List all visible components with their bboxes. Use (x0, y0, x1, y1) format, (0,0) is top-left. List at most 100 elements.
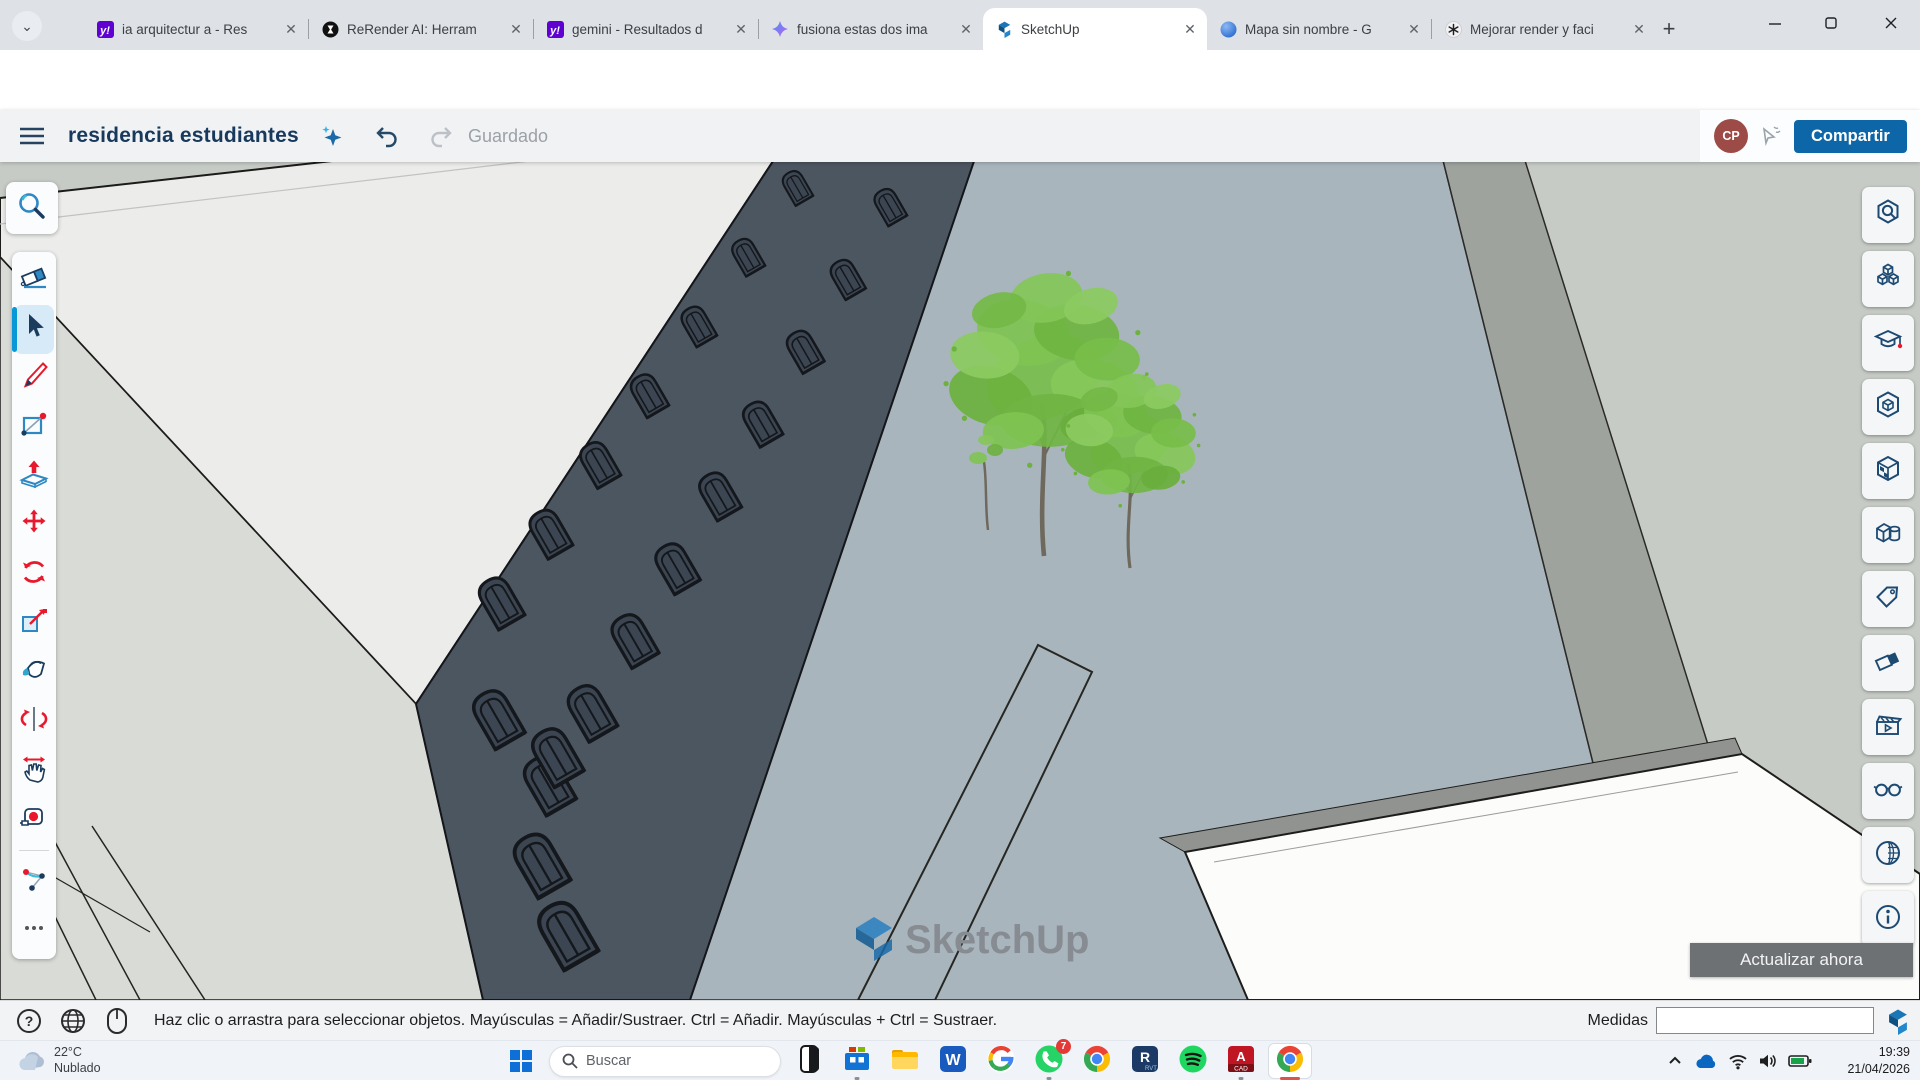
language-button[interactable] (58, 1006, 88, 1036)
tab-close-icon[interactable]: ✕ (282, 20, 300, 38)
panel-materials[interactable] (1862, 443, 1914, 499)
window-maximize-button[interactable] (1808, 0, 1854, 46)
geolocation-icon (1873, 838, 1903, 873)
more-tools-tool[interactable] (14, 906, 54, 955)
push-pull-tool[interactable] (14, 452, 54, 501)
push-pull-icon (19, 459, 49, 494)
share-button[interactable]: Compartir (1794, 120, 1907, 153)
tab-title: Mejorar render y faci (1470, 22, 1622, 37)
rectangle-tool[interactable] (14, 403, 54, 452)
question-icon: ? (16, 1008, 42, 1034)
main-menu-button[interactable] (18, 123, 46, 154)
tab-close-icon[interactable]: ✕ (1405, 20, 1423, 38)
panel-components[interactable] (1862, 251, 1914, 307)
screen: ⌄ y!ia arquitectur a - Res✕ReRender AI: … (0, 0, 1920, 1080)
move-tool[interactable] (14, 501, 54, 550)
user-avatar[interactable]: CP (1714, 119, 1748, 153)
panel-rail (1862, 187, 1914, 947)
browser-tab[interactable]: SketchUp✕ (983, 8, 1207, 50)
sketchup-favicon (995, 20, 1013, 38)
chrome-taskbar-icon[interactable] (1268, 1043, 1312, 1079)
arc-tool[interactable] (14, 857, 54, 906)
panel-scenes[interactable] (1862, 699, 1914, 755)
browser-tab[interactable]: y!gemini - Resultados d✕ (534, 8, 758, 50)
update-banner[interactable]: Actualizar ahora (1690, 943, 1913, 977)
search-icon (562, 1053, 578, 1069)
panel-tags[interactable] (1862, 571, 1914, 627)
window-minimize-button[interactable] (1752, 0, 1798, 46)
revit-taskbar-icon[interactable]: RRVT (1124, 1042, 1166, 1080)
panel-model-search[interactable] (1862, 187, 1914, 243)
help-button[interactable]: ? (14, 1006, 44, 1036)
browser-tab[interactable]: Mapa sin nombre - G✕ (1207, 8, 1431, 50)
paint-bucket-tool[interactable] (14, 648, 54, 697)
browser-tab[interactable]: ReRender AI: Herram✕ (309, 8, 533, 50)
panel-soften-edges[interactable] (1862, 635, 1914, 691)
styles-icon (1873, 774, 1903, 809)
tray-chevron-up-icon[interactable] (1666, 1052, 1684, 1070)
globe-icon (60, 1008, 86, 1034)
start-button[interactable] (500, 1042, 542, 1080)
tape-measure-tool[interactable] (14, 795, 54, 844)
chrome-taskbar-icon[interactable] (1076, 1042, 1118, 1080)
move-icon (19, 508, 49, 543)
eraser-tool[interactable] (14, 256, 54, 305)
tab-close-icon[interactable]: ✕ (732, 20, 750, 38)
tray-wifi-icon[interactable] (1728, 1052, 1748, 1070)
window-close-button[interactable] (1868, 0, 1914, 46)
panel-geolocation[interactable] (1862, 827, 1914, 883)
word-taskbar-icon[interactable]: W (932, 1042, 974, 1080)
svg-text:y!: y! (99, 25, 110, 37)
tab-close-icon[interactable]: ✕ (957, 20, 975, 38)
tab-search-button[interactable]: ⌄ (12, 11, 42, 41)
statusbar: ? Haz clic o arrastra para seleccionar o… (0, 1000, 1920, 1040)
panel-warehouse[interactable] (1862, 379, 1914, 435)
line-tool[interactable] (14, 354, 54, 403)
google-taskbar-icon[interactable] (980, 1042, 1022, 1080)
panel-styles[interactable] (1862, 763, 1914, 819)
tray-onedrive-icon[interactable] (1694, 1052, 1718, 1070)
tab-close-icon[interactable]: ✕ (1181, 20, 1199, 38)
model-viewport[interactable]: SketchUp Actualizar ahora (0, 162, 1920, 1000)
browser-tab[interactable]: y!ia arquitectur a - Res✕ (84, 8, 308, 50)
status-hint: Haz clic o arrastra para seleccionar obj… (154, 1012, 1588, 1030)
tray-battery-icon[interactable] (1788, 1053, 1812, 1069)
pan-tool[interactable] (14, 746, 54, 795)
taskbar-search[interactable]: Buscar (549, 1046, 781, 1077)
tab-close-icon[interactable]: ✕ (507, 20, 525, 38)
file-explorer-taskbar-icon[interactable] (884, 1042, 926, 1080)
panel-solids[interactable] (1862, 507, 1914, 563)
select-tool[interactable] (14, 305, 54, 354)
ai-assistant-button[interactable] (318, 123, 346, 156)
browser-tab[interactable]: fusiona estas dos ima✕ (759, 8, 983, 50)
autocad-taskbar-icon[interactable]: ACAD (1220, 1042, 1262, 1080)
warehouse-icon (1873, 390, 1903, 425)
mouse-help-button[interactable] (102, 1006, 132, 1036)
tray-volume-icon[interactable] (1758, 1052, 1778, 1070)
weather-widget[interactable]: 22°C Nublado (16, 1045, 101, 1076)
scene-3d[interactable]: SketchUp (0, 162, 1920, 1000)
spotify-taskbar-icon[interactable] (1172, 1042, 1214, 1080)
collab-cursor-icon (1758, 123, 1784, 149)
orbit-tool[interactable] (14, 697, 54, 746)
taskbar-clock[interactable]: 19:39 21/04/2026 (1847, 1044, 1910, 1078)
rotate-tool[interactable] (14, 550, 54, 599)
search-tool-button[interactable] (6, 182, 58, 234)
svg-text:y!: y! (549, 25, 560, 37)
undo-button[interactable] (374, 124, 400, 153)
new-tab-button[interactable]: + (1654, 14, 1684, 44)
model-title[interactable]: residencia estudiantes (68, 124, 299, 148)
weather-temp: 22°C (54, 1045, 101, 1061)
scale-tool[interactable] (14, 599, 54, 648)
whatsapp-taskbar-icon[interactable]: 7 (1028, 1042, 1070, 1080)
panel-instructor[interactable] (1862, 315, 1914, 371)
measurements-input[interactable] (1656, 1007, 1874, 1034)
paint-bucket-icon (19, 655, 49, 690)
browser-tab[interactable]: Mejorar render y faci ✕ (1432, 8, 1656, 50)
tab-close-icon[interactable]: ✕ (1630, 20, 1648, 38)
phone-link-taskbar-icon[interactable] (788, 1042, 830, 1080)
yahoo-favicon: y! (546, 20, 564, 38)
panel-model-info[interactable] (1862, 891, 1914, 947)
redo-button[interactable] (428, 124, 454, 153)
ms-store-taskbar-icon[interactable] (836, 1042, 878, 1080)
